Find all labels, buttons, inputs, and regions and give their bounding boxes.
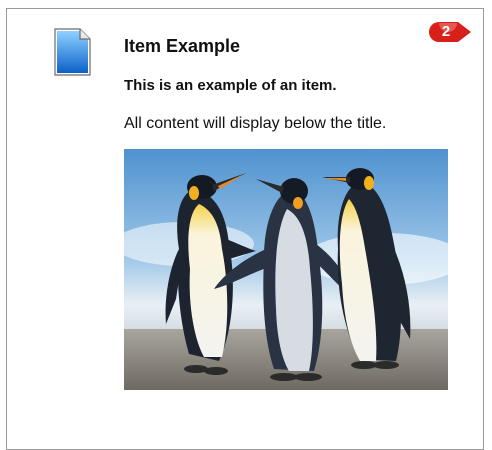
document-icon [54,28,91,76]
item-subtitle: This is an example of an item. [124,77,337,94]
penguins-photo [124,149,448,390]
item-title: Item Example [124,36,241,56]
item-body: All content will display below the title… [124,115,387,132]
badge-count: 2 [441,23,451,40]
